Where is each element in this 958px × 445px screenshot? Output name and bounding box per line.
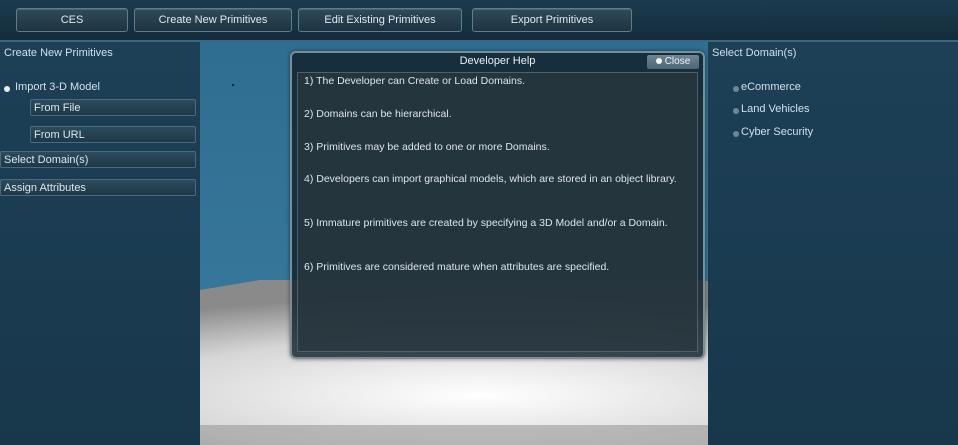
top-menu-bar: CES Create New Primitives Edit Existing … xyxy=(0,0,958,42)
help-line-3: 3) Primitives may be added to one or mor… xyxy=(304,141,550,153)
domain-cyber-security-label[interactable]: Cyber Security xyxy=(741,126,813,138)
create-new-primitives-button[interactable]: Create New Primitives xyxy=(134,8,292,32)
help-line-2: 2) Domains can be hierarchical. xyxy=(304,108,452,120)
assign-attributes-button[interactable]: Assign Attributes xyxy=(0,179,196,196)
help-line-1: 1) The Developer can Create or Load Doma… xyxy=(304,75,526,87)
dialog-title: Developer Help xyxy=(459,55,536,67)
right-panel: Select Domain(s) eCommerce Land Vehicles… xyxy=(708,42,958,445)
ces-button[interactable]: CES xyxy=(16,8,128,32)
domain-ecommerce-label[interactable]: eCommerce xyxy=(741,81,801,93)
help-line-4: 4) Developers can import graphical model… xyxy=(304,173,677,185)
left-panel-title: Create New Primitives xyxy=(4,47,113,59)
help-line-5: 5) Immature primitives are created by sp… xyxy=(304,217,668,229)
left-panel: Create New Primitives Import 3-D Model F… xyxy=(0,42,200,445)
import-model-label[interactable]: Import 3-D Model xyxy=(15,81,100,93)
select-domains-button[interactable]: Select Domain(s) xyxy=(0,151,196,168)
developer-help-dialog: Developer Help Close 1) The Developer ca… xyxy=(290,51,705,359)
from-url-button[interactable]: From URL xyxy=(30,126,196,143)
right-panel-title: Select Domain(s) xyxy=(712,47,797,59)
export-primitives-button[interactable]: Export Primitives xyxy=(472,8,632,32)
domain-land-vehicles-radio[interactable] xyxy=(733,108,739,114)
domain-land-vehicles-label[interactable]: Land Vehicles xyxy=(741,103,810,115)
help-text-area: 1) The Developer can Create or Load Doma… xyxy=(297,72,698,352)
domain-cyber-security-radio[interactable] xyxy=(733,131,739,137)
close-button[interactable]: Close xyxy=(647,55,699,69)
from-file-button[interactable]: From File xyxy=(30,99,196,116)
close-label: Close xyxy=(664,56,691,67)
import-model-radio[interactable] xyxy=(4,86,10,92)
edit-existing-primitives-button[interactable]: Edit Existing Primitives xyxy=(298,8,462,32)
close-icon xyxy=(655,58,662,65)
help-line-6: 6) Primitives are considered mature when… xyxy=(304,261,610,273)
domain-ecommerce-radio[interactable] xyxy=(733,86,739,92)
